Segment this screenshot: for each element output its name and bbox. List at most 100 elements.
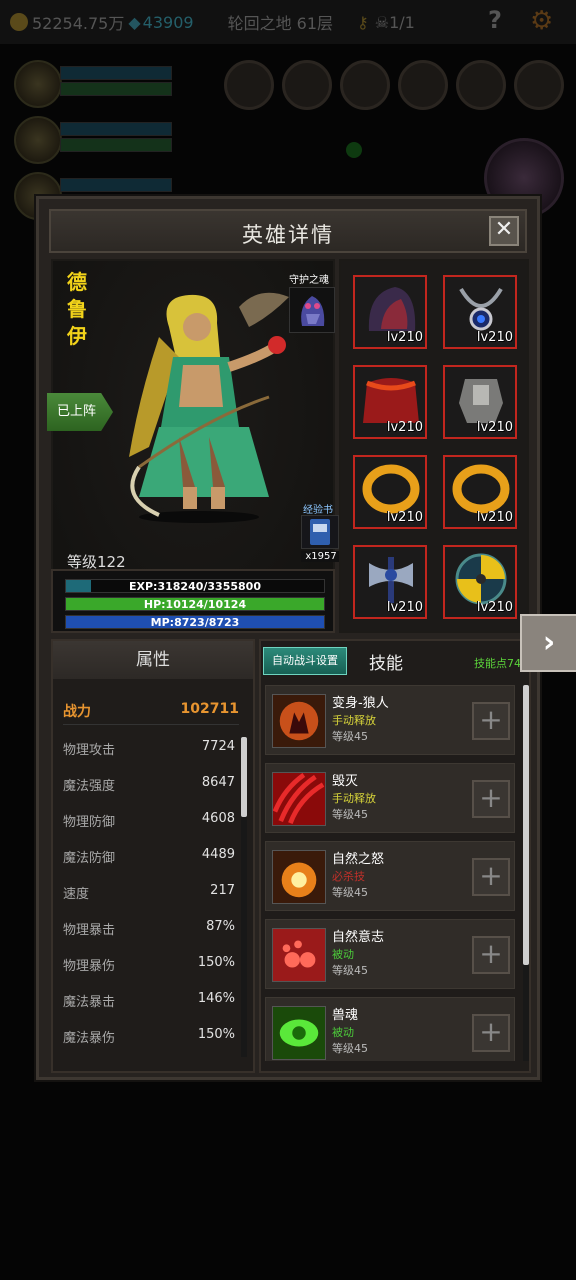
skill-type: 被动 xyxy=(332,1026,354,1039)
combat-power-label: 战力 xyxy=(63,704,91,720)
equip-level: lv210 xyxy=(386,330,423,345)
upgrade-skill-button[interactable]: + xyxy=(472,702,510,740)
owl-guardian-icon xyxy=(301,296,325,326)
key-icon: ⚷ xyxy=(357,12,369,32)
bg-hero-bar xyxy=(60,66,172,80)
upgrade-skill-button[interactable]: + xyxy=(472,780,510,818)
attributes-scrollbar[interactable] xyxy=(241,737,247,1057)
skill-level: 等级45 xyxy=(332,886,368,899)
equip-slot-shield[interactable]: lv210 xyxy=(443,545,517,619)
attribute-row: 物理攻击 7724 xyxy=(63,739,235,759)
modal-header: 英雄详情 ✕ xyxy=(49,209,527,253)
skills-scrollbar[interactable] xyxy=(523,685,529,1061)
equip-level: lv210 xyxy=(476,420,513,435)
combat-power-value: 102711 xyxy=(180,701,239,717)
guardian-soul-label: 守护之魂 xyxy=(289,275,329,286)
skull-icon: ☠ xyxy=(374,12,390,32)
armor-icon xyxy=(459,379,503,423)
equip-slot-axe[interactable]: lv210 xyxy=(353,545,427,619)
bg-hero-bar xyxy=(60,82,172,96)
attribute-row: 魔法暴击 146% xyxy=(63,991,235,1011)
attribute-row: 物理暴击 87% xyxy=(63,919,235,939)
close-icon: ✕ xyxy=(494,217,514,242)
equip-slot-amulet[interactable]: lv210 xyxy=(443,275,517,349)
equip-level: lv210 xyxy=(386,600,423,615)
attribute-label: 物理攻击 xyxy=(63,743,116,758)
scrollbar-thumb[interactable] xyxy=(523,685,529,965)
skill-item[interactable]: 毁灭 手动释放 等级45 + xyxy=(265,763,515,833)
skill-item[interactable]: 自然意志 被动 等级45 + xyxy=(265,919,515,989)
bg-skill-slot xyxy=(398,60,448,110)
next-hero-button[interactable]: › xyxy=(520,614,576,672)
book-icon xyxy=(310,519,330,545)
equip-level: lv210 xyxy=(476,600,513,615)
exp-book-count: x1957 xyxy=(301,551,341,562)
skill-name: 自然之怒 xyxy=(332,852,385,867)
nature-wrath-icon xyxy=(272,850,326,904)
guardian-soul-slot[interactable] xyxy=(289,287,335,333)
attribute-value: 4489 xyxy=(201,847,235,862)
attribute-value: 8647 xyxy=(201,775,235,790)
skill-name: 兽魂 xyxy=(332,1008,359,1023)
attribute-label: 魔法暴伤 xyxy=(63,1031,116,1046)
equip-level: lv210 xyxy=(476,330,513,345)
scrollbar-thumb[interactable] xyxy=(241,737,247,817)
close-button[interactable]: ✕ xyxy=(489,216,519,246)
attribute-row: 速度 217 xyxy=(63,883,235,903)
bg-skill-slot xyxy=(456,60,506,110)
keys-count: 1/1 xyxy=(389,12,415,32)
upgrade-skill-button[interactable]: + xyxy=(472,858,510,896)
skill-name: 变身-狼人 xyxy=(332,696,389,711)
skill-item[interactable]: 自然之怒 必杀技 等级45 + xyxy=(265,841,515,911)
attribute-label: 魔法暴击 xyxy=(63,995,116,1010)
plus-icon: + xyxy=(479,781,503,814)
hero-stat-bars: EXP:318240/3355800 HP:10124/10124 MP:872… xyxy=(51,569,335,633)
plus-icon: + xyxy=(479,859,503,892)
exp-text: EXP:318240/3355800 xyxy=(129,580,261,593)
bg-hero-portrait xyxy=(14,116,62,164)
bg-skill-slot xyxy=(340,60,390,110)
bg-hero-portrait xyxy=(14,60,62,108)
equip-slot-ring-1[interactable]: lv210 xyxy=(353,455,427,529)
gold-coin-icon xyxy=(10,13,28,31)
gem-amount: 43909 xyxy=(142,12,194,32)
chevron-right-icon: › xyxy=(542,625,556,660)
help-button[interactable]: ? xyxy=(488,6,502,34)
bg-hero-bar xyxy=(60,138,172,152)
floor-label: 轮回之地 61层 xyxy=(227,14,334,33)
equip-level: lv210 xyxy=(386,510,423,525)
beast-soul-icon xyxy=(272,1006,326,1060)
hp-bar: HP:10124/10124 xyxy=(65,597,325,611)
tab-attributes[interactable]: 属性 xyxy=(53,641,253,679)
equip-slot-armor[interactable]: lv210 xyxy=(443,365,517,439)
skill-item[interactable]: 变身-狼人 手动释放 等级45 + xyxy=(265,685,515,755)
attribute-label: 物理暴击 xyxy=(63,923,116,938)
exp-bar: EXP:318240/3355800 xyxy=(65,579,325,593)
tab-skills[interactable]: 技能 xyxy=(369,649,403,674)
settings-button[interactable]: ⚙ xyxy=(530,6,553,36)
equip-slot-hood[interactable]: lv210 xyxy=(353,275,427,349)
hero-name: 德 鲁 伊 xyxy=(67,270,87,348)
auto-battle-settings-button[interactable]: 自动战斗设置 xyxy=(263,647,347,675)
skills-panel: 自动战斗设置 技能 技能点74 变身-狼人 手动释放 等级45 + 毁灭 手动释… xyxy=(259,639,531,1073)
ring-icon xyxy=(362,464,420,514)
equip-slot-cape[interactable]: lv210 xyxy=(353,365,427,439)
skill-name: 毁灭 xyxy=(332,774,359,789)
upgrade-skill-button[interactable]: + xyxy=(472,1014,510,1052)
axe-icon xyxy=(369,557,413,603)
skill-item[interactable]: 兽魂 被动 等级45 + xyxy=(265,997,515,1061)
gem-icon: ◆ xyxy=(128,12,141,32)
attribute-label: 魔法强度 xyxy=(63,779,116,794)
skill-type: 手动释放 xyxy=(332,792,376,805)
attribute-label: 物理防御 xyxy=(63,815,116,830)
attribute-row: 物理防御 4608 xyxy=(63,811,235,831)
skill-level: 等级45 xyxy=(332,964,368,977)
equip-slot-ring-2[interactable]: lv210 xyxy=(443,455,517,529)
bg-green-dot xyxy=(346,142,362,158)
attribute-row: 魔法暴伤 150% xyxy=(63,1027,235,1047)
plus-icon: + xyxy=(479,937,503,970)
bg-hero-bar xyxy=(60,122,172,136)
attribute-row: 物理暴伤 150% xyxy=(63,955,235,975)
upgrade-skill-button[interactable]: + xyxy=(472,936,510,974)
exp-book-slot[interactable] xyxy=(301,515,339,549)
